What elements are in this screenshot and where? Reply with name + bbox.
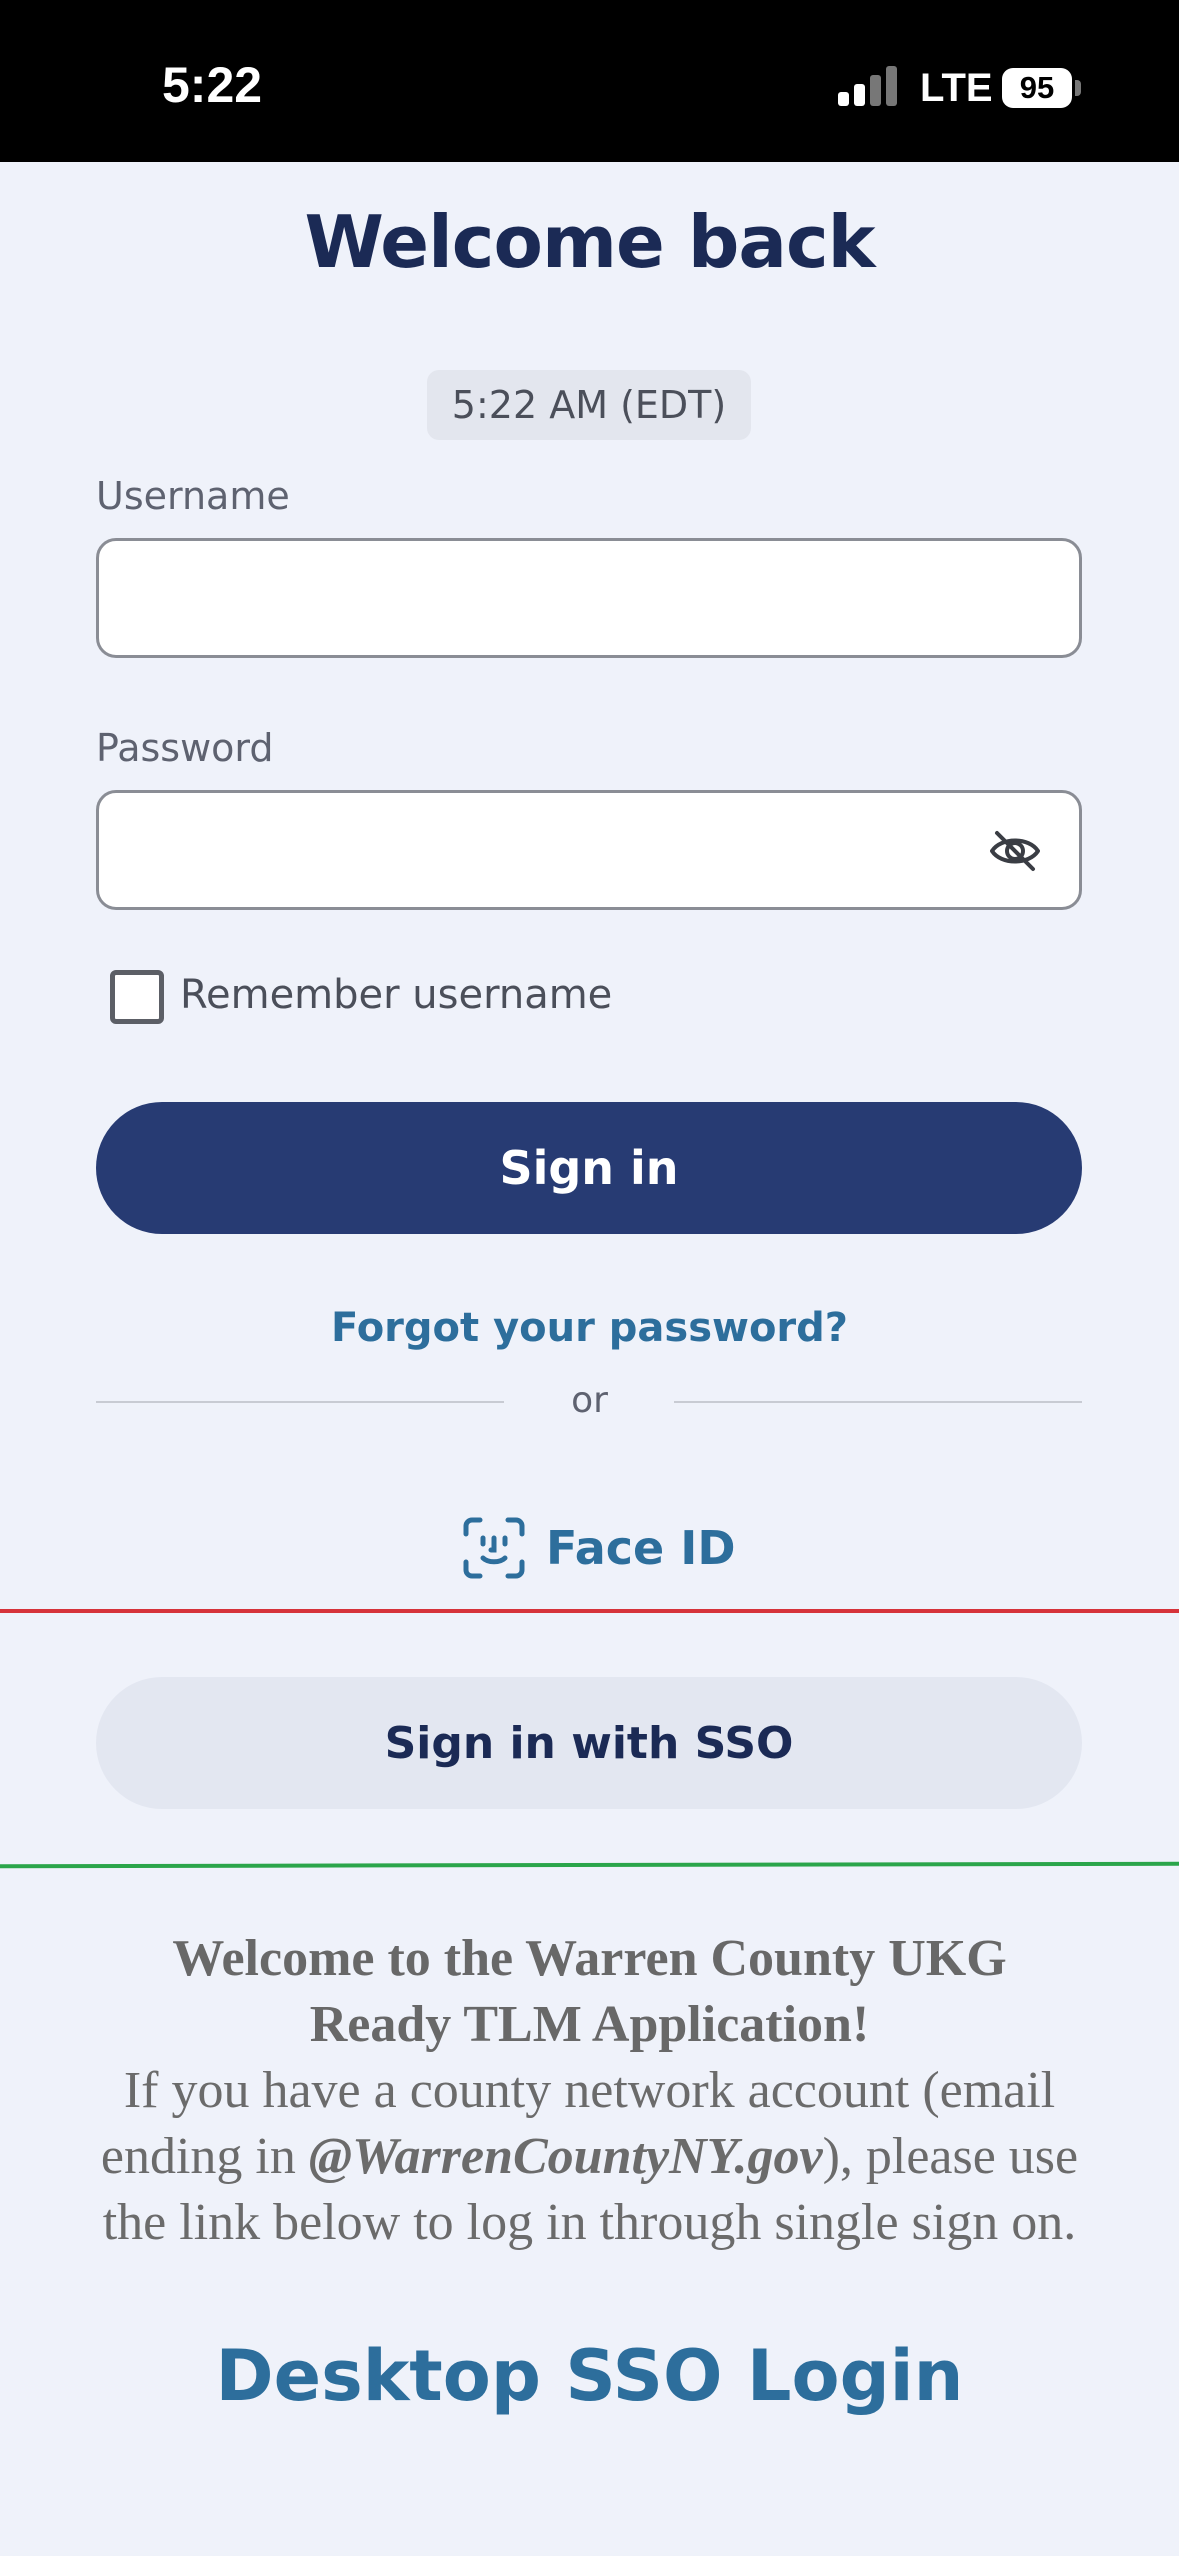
username-input[interactable] — [96, 538, 1082, 658]
page-title: Welcome back — [304, 200, 875, 284]
battery-level: 95 — [1019, 70, 1055, 105]
status-bar: 5:22 LTE 95 — [0, 0, 1179, 162]
remember-checkbox[interactable] — [110, 970, 164, 1024]
welcome-heading-line2: Ready TLM Application! — [309, 1996, 870, 2053]
face-id-icon — [463, 1517, 525, 1579]
current-time-badge: 5:22 AM (EDT) — [427, 370, 751, 440]
signal-icon — [838, 66, 900, 106]
battery-nub — [1075, 80, 1081, 96]
welcome-instructions: If you have a county network account (em… — [70, 2058, 1109, 2256]
username-label: Username — [96, 474, 290, 518]
status-time: 5:22 — [162, 57, 263, 113]
welcome-info: Welcome to the Warren County UKG Ready T… — [70, 1926, 1109, 2256]
battery-icon: 95 — [1002, 68, 1072, 108]
sign-in-button[interactable]: Sign in — [96, 1102, 1082, 1234]
eye-off-icon[interactable] — [987, 823, 1043, 879]
remember-username-label[interactable]: Remember username — [180, 972, 612, 1018]
red-divider — [0, 1609, 1179, 1613]
welcome-heading-line1: Welcome to the Warren County UKG — [172, 1930, 1007, 1987]
password-label: Password — [96, 726, 274, 770]
forgot-password-link[interactable]: Forgot your password? — [0, 1305, 1179, 1351]
email-domain: @WarrenCountyNY.gov — [308, 2128, 823, 2185]
network-type: LTE — [920, 66, 993, 110]
divider-right — [674, 1401, 1082, 1403]
current-time-text: 5:22 AM (EDT) — [451, 383, 727, 427]
face-id-button[interactable]: Face ID — [462, 1515, 736, 1581]
password-input[interactable] — [96, 790, 1082, 910]
sign-in-label: Sign in — [499, 1141, 679, 1195]
green-divider — [0, 1861, 1179, 1869]
desktop-sso-login-link[interactable]: Desktop SSO Login — [0, 2335, 1179, 2417]
sso-sign-in-label: Sign in with SSO — [384, 1717, 794, 1769]
welcome-heading: Welcome to the Warren County UKG Ready T… — [70, 1926, 1109, 2058]
sso-sign-in-button[interactable]: Sign in with SSO — [96, 1677, 1082, 1809]
face-id-label: Face ID — [546, 1521, 736, 1575]
